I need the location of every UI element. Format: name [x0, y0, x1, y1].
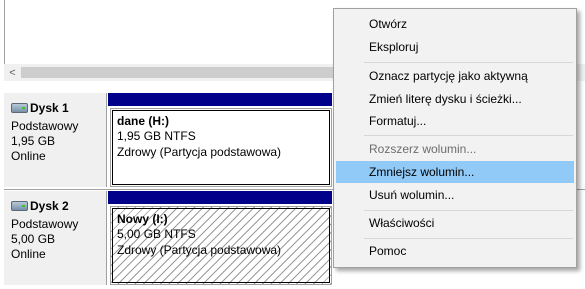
disk-size: 5,00 GB: [11, 232, 56, 246]
partition-header-bar: [108, 93, 332, 106]
menu-item-format[interactable]: Formatuj...: [336, 110, 574, 132]
disk-status: Online: [11, 149, 46, 163]
disk-type: Podstawowy: [11, 217, 79, 231]
menu-separator: [364, 135, 573, 136]
disk-info-panel[interactable]: Dysk 1 Podstawowy 1,95 GB Online: [4, 93, 107, 187]
disk-type: Podstawowy: [11, 119, 79, 133]
partition-box-selected[interactable]: Nowy (I:) 5,00 GB NTFS Zdrowy (Partycja …: [110, 206, 332, 285]
partition-info: 5,00 GB NTFS: [117, 227, 196, 241]
partition-header-bar: [108, 191, 332, 204]
disk-info-panel[interactable]: Dysk 2 Podstawowy 5,00 GB Online: [4, 191, 107, 285]
partition-selection[interactable]: dane (H:) 1,95 GB NTFS Zdrowy (Partycja …: [112, 110, 330, 185]
menu-separator: [364, 210, 573, 211]
menu-item-properties[interactable]: Właściwości: [336, 212, 574, 234]
menu-separator: [364, 238, 573, 239]
menu-item-explore[interactable]: Eksploruj: [336, 36, 574, 58]
menu-item-mark-active[interactable]: Oznacz partycję jako aktywną: [336, 65, 574, 87]
partition-selection[interactable]: Nowy (I:) 5,00 GB NTFS Zdrowy (Partycja …: [112, 208, 330, 283]
scrollbar-thumb[interactable]: [21, 67, 351, 78]
partition-name: dane (H:): [117, 114, 169, 128]
partition-state: Zdrowy (Partycja podstawowa): [117, 145, 282, 159]
menu-item-extend-volume: Rozszerz wolumin...: [369, 142, 477, 156]
menu-item-shrink-volume[interactable]: Zmniejsz wolumin...: [336, 161, 574, 183]
menu-item-help[interactable]: Pomoc: [336, 240, 574, 262]
menu-item-delete-volume[interactable]: Usuń wolumin...: [336, 184, 574, 206]
disk-title: Dysk 1: [30, 101, 69, 115]
partition-state: Zdrowy (Partycja podstawowa): [117, 243, 282, 257]
disk-title: Dysk 2: [30, 199, 69, 213]
menu-item-open[interactable]: Otwórz: [336, 13, 574, 35]
disk-icon: [11, 103, 28, 113]
disk-size: 1,95 GB: [11, 134, 56, 148]
partition-box[interactable]: dane (H:) 1,95 GB NTFS Zdrowy (Partycja …: [110, 108, 332, 187]
menu-separator: [364, 62, 573, 63]
context-menu: Otwórz Eksploruj Oznacz partycję jako ak…: [333, 8, 577, 268]
scroll-left-icon[interactable]: <: [4, 64, 21, 81]
disk-icon: [11, 201, 28, 211]
partition-name: Nowy (I:): [117, 212, 168, 226]
menu-item-change-letter[interactable]: Zmień literę dysku i ścieżki...: [336, 88, 574, 110]
partition-info: 1,95 GB NTFS: [117, 129, 196, 143]
disk-status: Online: [11, 247, 46, 261]
